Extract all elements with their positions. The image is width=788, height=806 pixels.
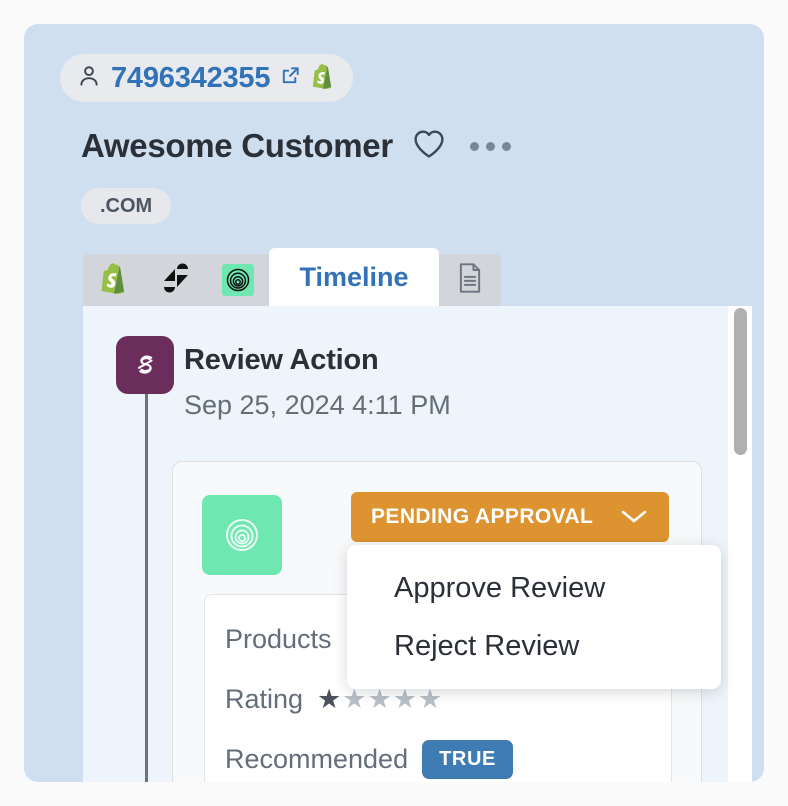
recommended-badge: TRUE xyxy=(422,739,513,779)
domain-tag[interactable]: .COM xyxy=(81,188,172,224)
menu-item-reject-review[interactable]: Reject Review xyxy=(347,617,721,675)
detail-row-recommended: Recommended TRUE xyxy=(225,729,671,782)
ellipsis-dot xyxy=(485,141,495,151)
chevron-down-icon xyxy=(619,507,649,528)
timeline-entry-timestamp: Sep 25, 2024 4:11 PM xyxy=(184,390,451,420)
tab-timeline-label: Timeline xyxy=(299,261,409,292)
ellipsis-icon[interactable] xyxy=(469,141,511,151)
status-badge: PENDING APPROVAL xyxy=(371,505,594,528)
document-icon xyxy=(456,262,484,299)
customer-id-pill[interactable]: 7496342355 xyxy=(60,54,354,102)
star-icon-empty: ★ xyxy=(392,683,417,714)
menu-item-approve-review[interactable]: Approve Review xyxy=(347,559,721,617)
spiral-icon xyxy=(202,495,282,575)
star-icon-filled: ★ xyxy=(317,683,342,714)
tab-timeline[interactable]: Timeline xyxy=(269,248,439,306)
ellipsis-dot xyxy=(469,141,479,151)
customer-card: 7496342355 Awesome Customer .COM Timelin… xyxy=(24,24,764,782)
star-icon-empty: ★ xyxy=(342,683,367,714)
status-dropdown-menu: Approve Review Reject Review xyxy=(347,545,721,689)
page-title: Awesome Customer xyxy=(81,127,393,164)
customer-id-value: 7496342355 xyxy=(111,61,271,94)
customer-name-row: Awesome Customer xyxy=(81,127,511,164)
timeline-scrollbar-thumb[interactable] xyxy=(734,308,747,455)
star-icon-empty: ★ xyxy=(367,683,392,714)
external-link-icon[interactable] xyxy=(279,64,302,92)
heart-icon[interactable] xyxy=(412,128,446,164)
tab-zendesk[interactable] xyxy=(145,254,207,306)
detail-label: Rating xyxy=(225,683,304,714)
star-icon-empty: ★ xyxy=(417,683,443,714)
timeline-connector-line xyxy=(145,394,148,782)
status-dropdown-button[interactable]: PENDING APPROVAL xyxy=(351,492,669,542)
shopify-icon[interactable] xyxy=(311,63,335,94)
stamped-s-icon xyxy=(116,336,174,394)
tab-documents[interactable] xyxy=(439,254,501,306)
tab-stamped[interactable] xyxy=(207,254,269,306)
shopify-icon xyxy=(99,262,129,299)
ellipsis-dot xyxy=(501,141,511,151)
tab-shopify[interactable] xyxy=(83,254,145,306)
person-icon xyxy=(76,63,102,94)
tab-strip: Timeline xyxy=(83,248,501,306)
timeline-entry-title: Review Action xyxy=(184,344,379,376)
rating-stars: ★ ★ ★ ★ ★ xyxy=(317,683,443,714)
zendesk-icon xyxy=(161,263,191,298)
detail-label: Recommended xyxy=(225,743,409,774)
detail-label: Products xyxy=(225,623,332,654)
spiral-icon xyxy=(222,264,254,296)
